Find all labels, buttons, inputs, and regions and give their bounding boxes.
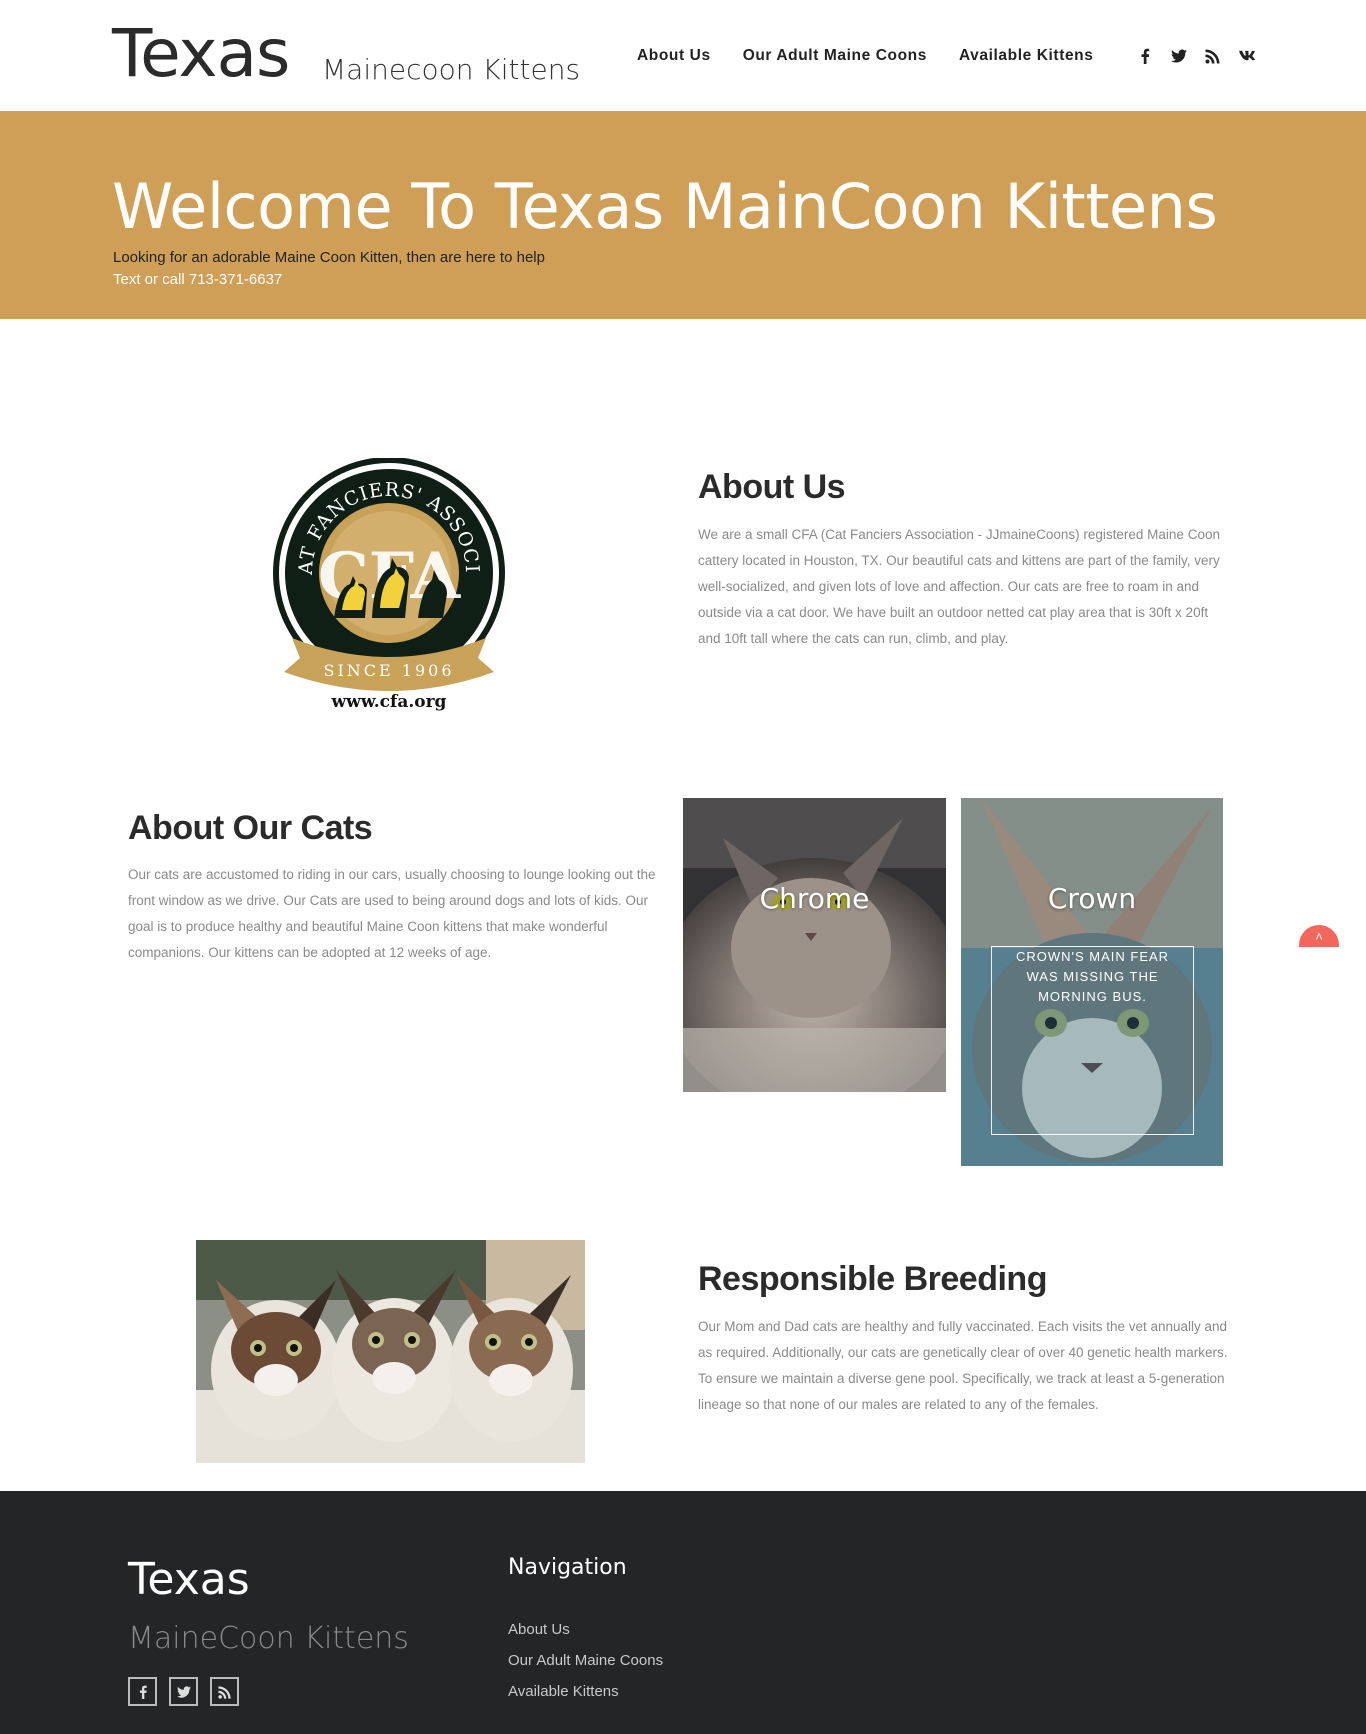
- footer-nav-heading: Navigation: [508, 1555, 627, 1580]
- about-cats-text: Our cats are accustomed to riding in our…: [128, 867, 656, 960]
- footer-nav-adult-maine-coons[interactable]: Our Adult Maine Coons: [508, 1645, 663, 1676]
- twitter-icon[interactable]: [169, 1677, 198, 1706]
- hero-banner: Welcome To Texas MainCoon Kittens Lookin…: [0, 111, 1366, 319]
- cat-card-chrome[interactable]: Chrome: [683, 798, 946, 1092]
- about-us-heading: About Us: [698, 468, 846, 506]
- rss-icon[interactable]: [210, 1677, 239, 1706]
- footer-logo-subtitle[interactable]: MaineCoon Kittens: [128, 1621, 409, 1657]
- about-us-text: We are a small CFA (Cat Fanciers Associa…: [698, 527, 1220, 646]
- footer-nav-available-kittens[interactable]: Available Kittens: [508, 1676, 663, 1707]
- facebook-icon[interactable]: [128, 1677, 157, 1706]
- footer-social: [128, 1677, 239, 1706]
- footer-logo-title[interactable]: Texas: [128, 1553, 250, 1607]
- cat-name-chrome: Chrome: [759, 882, 870, 915]
- main-nav: About Us Our Adult Maine Coons Available…: [637, 46, 1125, 66]
- about-cats-heading: About Our Cats: [128, 809, 373, 847]
- rss-icon[interactable]: [1204, 46, 1222, 66]
- breeding-heading: Responsible Breeding: [698, 1260, 1047, 1298]
- hero-phone: Text or call 713-371-6637: [113, 271, 283, 288]
- cat-card-crown[interactable]: Crown CROWN'S MAIN FEAR WAS MISSING THE …: [961, 798, 1223, 1166]
- hero-title: Welcome To Texas MainCoon Kittens: [112, 170, 1218, 243]
- hero-tagline: Looking for an adorable Maine Coon Kitte…: [113, 249, 545, 266]
- nav-about-us[interactable]: About Us: [637, 46, 711, 66]
- cfa-logo: THE CAT FANCIERS' ASSOCIATION CFA SINCE …: [263, 441, 506, 712]
- facebook-icon[interactable]: [1136, 46, 1154, 66]
- kittens-photo: [196, 1240, 585, 1463]
- cat-caption-box: CROWN'S MAIN FEAR WAS MISSING THE MORNIN…: [991, 946, 1194, 1135]
- cfa-since-text: SINCE 1906: [323, 661, 454, 680]
- footer-nav: About Us Our Adult Maine Coons Available…: [508, 1614, 663, 1707]
- site-header: Texas Mainecoon Kittens About Us Our Adu…: [0, 0, 1366, 111]
- site-footer: Texas MaineCoon Kittens Navigation About…: [0, 1491, 1366, 1734]
- twitter-icon[interactable]: [1170, 46, 1188, 66]
- chevron-up-icon: ˄: [1315, 929, 1323, 944]
- nav-available-kittens[interactable]: Available Kittens: [959, 46, 1094, 66]
- cfa-website-text: www.cfa.org: [331, 692, 447, 712]
- nav-adult-maine-coons[interactable]: Our Adult Maine Coons: [743, 46, 927, 66]
- header-social: [1136, 46, 1256, 66]
- cat-caption-crown: CROWN'S MAIN FEAR WAS MISSING THE MORNIN…: [1015, 949, 1170, 1004]
- footer-nav-about-us[interactable]: About Us: [508, 1614, 663, 1645]
- chrome-cat-photo: [683, 798, 946, 1092]
- logo-subtitle[interactable]: Mainecoon Kittens: [322, 52, 580, 88]
- cat-name-crown: Crown: [1047, 882, 1137, 915]
- logo-title[interactable]: Texas: [112, 14, 290, 94]
- vk-icon[interactable]: [1238, 46, 1256, 66]
- scroll-to-top-button[interactable]: ˄: [1299, 925, 1339, 947]
- breeding-text: Our Mom and Dad cats are healthy and ful…: [698, 1319, 1228, 1412]
